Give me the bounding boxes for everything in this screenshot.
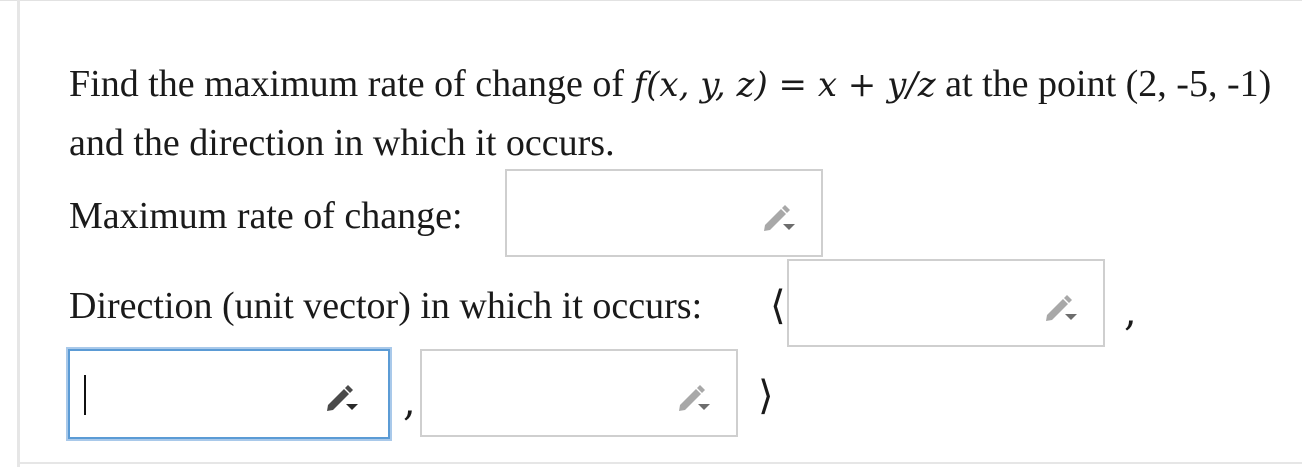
pencil-dropdown-icon[interactable]	[324, 381, 360, 411]
left-border	[17, 0, 20, 467]
direction-label: Direction (unit vector) in which it occu…	[69, 285, 703, 327]
direction-y-input[interactable]	[68, 349, 390, 439]
function-body: x + y/z	[817, 65, 936, 105]
max-rate-label: Maximum rate of change:	[69, 195, 463, 237]
direction-z-input[interactable]	[420, 349, 738, 437]
separator-comma-1: ,	[1124, 289, 1137, 335]
question-text: Find the maximum rate of change of f(x, …	[69, 55, 1279, 172]
max-rate-input[interactable]	[505, 169, 823, 257]
open-angle-bracket: ⟨	[770, 283, 786, 329]
question-intro: Find the maximum rate of change of	[69, 63, 634, 105]
function-name: f(x, y, z)	[633, 65, 768, 105]
close-angle-bracket: ⟩	[758, 373, 774, 419]
direction-x-input[interactable]	[787, 259, 1105, 347]
pencil-dropdown-icon[interactable]	[1043, 291, 1079, 321]
top-border	[0, 0, 1302, 1]
bottom-border	[17, 462, 1302, 464]
separator-comma-2: ,	[403, 379, 416, 425]
pencil-dropdown-icon[interactable]	[676, 381, 712, 411]
equals-sign: =	[767, 65, 818, 105]
pencil-dropdown-icon[interactable]	[761, 201, 797, 231]
text-caret	[84, 375, 86, 415]
